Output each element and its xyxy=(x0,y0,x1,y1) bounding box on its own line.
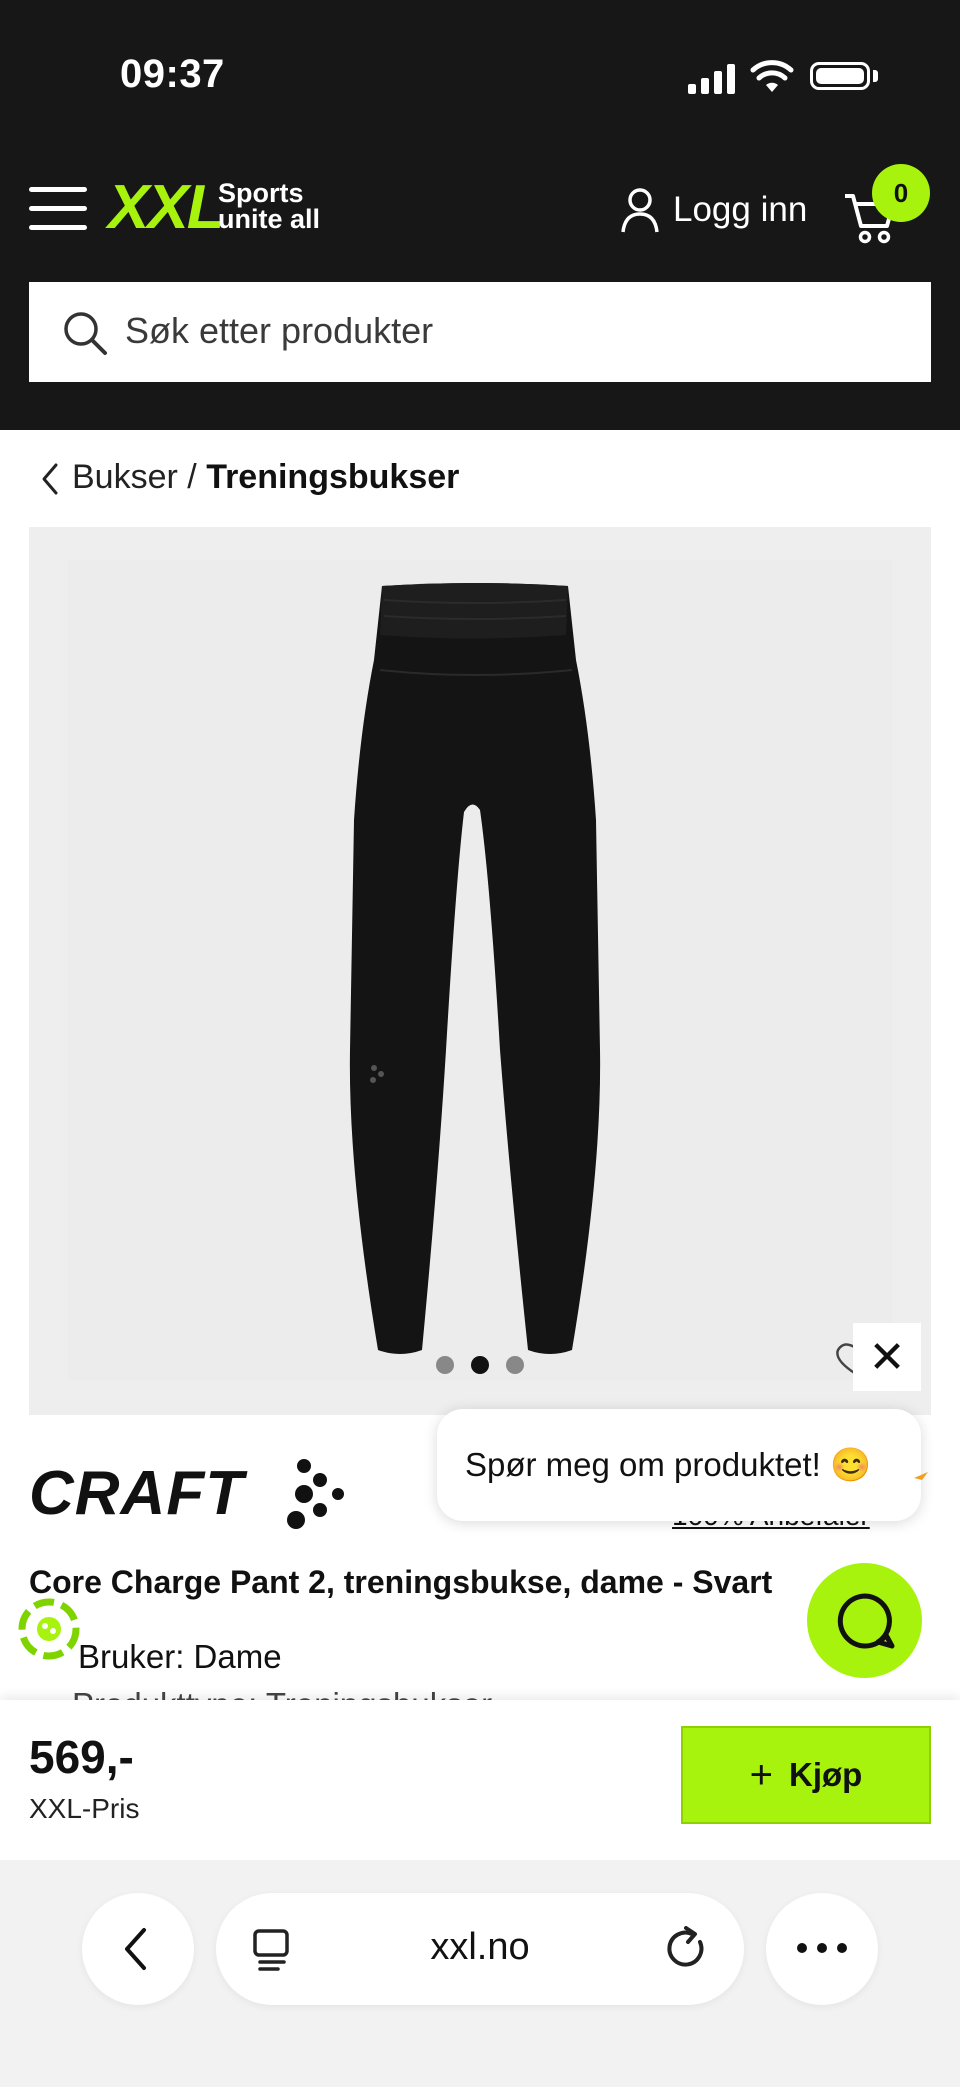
breadcrumb-separator: / xyxy=(187,458,197,496)
battery-tip xyxy=(873,70,878,82)
menu-icon[interactable] xyxy=(29,187,87,231)
chevron-left-icon[interactable] xyxy=(40,462,60,496)
product-attribute-type: Produkttype: Treningsbukser xyxy=(72,1686,492,1700)
signal-icon xyxy=(688,62,736,94)
product-attribute-user: Bruker: Dame xyxy=(78,1638,282,1675)
cart-count-badge[interactable]: 0 xyxy=(872,164,930,222)
logo-tagline: Sports unite all xyxy=(218,178,321,234)
wifi-icon xyxy=(750,60,794,92)
price-label: XXL-Pris xyxy=(29,1793,140,1824)
gallery-pagination xyxy=(436,1356,526,1376)
reload-icon[interactable] xyxy=(664,1926,710,1972)
plus-icon: + xyxy=(749,1753,774,1797)
user-icon[interactable] xyxy=(620,186,660,234)
search-icon xyxy=(64,312,107,355)
close-icon[interactable]: ✕ xyxy=(853,1323,921,1391)
buy-button[interactable]: + Kjøp xyxy=(681,1726,931,1824)
more-icon xyxy=(797,1943,847,1953)
product-image[interactable] xyxy=(340,580,610,1360)
chat-prompt-bubble[interactable]: Spør meg om produktet! 😊 xyxy=(437,1409,921,1521)
battery-icon xyxy=(810,62,870,90)
gallery-dot-2[interactable] xyxy=(471,1356,489,1374)
cookie-settings-icon[interactable] xyxy=(18,1598,80,1660)
brand-logo[interactable]: CRAFT xyxy=(29,1458,244,1529)
search-placeholder[interactable]: Søk etter produkter xyxy=(125,310,433,352)
buy-button-label: Kjøp xyxy=(789,1756,863,1793)
breadcrumb: Bukser / Treningsbukser xyxy=(72,458,459,497)
gallery-dot-3[interactable] xyxy=(506,1356,524,1374)
chevron-left-icon xyxy=(125,1928,146,1970)
status-time: 09:37 xyxy=(120,52,225,96)
product-title: Core Charge Pant 2, treningsbukse, dame … xyxy=(29,1564,773,1600)
breadcrumb-current: Treningsbukser xyxy=(206,458,460,496)
chat-icon xyxy=(837,1593,895,1649)
gallery-dot-1[interactable] xyxy=(436,1356,454,1374)
breadcrumb-parent[interactable]: Bukser xyxy=(72,458,178,496)
login-link[interactable]: Logg inn xyxy=(673,190,807,230)
logo[interactable]: XXL xyxy=(108,172,225,243)
star-icon xyxy=(914,1472,928,1480)
product-price: 569,- xyxy=(29,1731,134,1783)
brand-logo-dots xyxy=(287,1459,344,1529)
